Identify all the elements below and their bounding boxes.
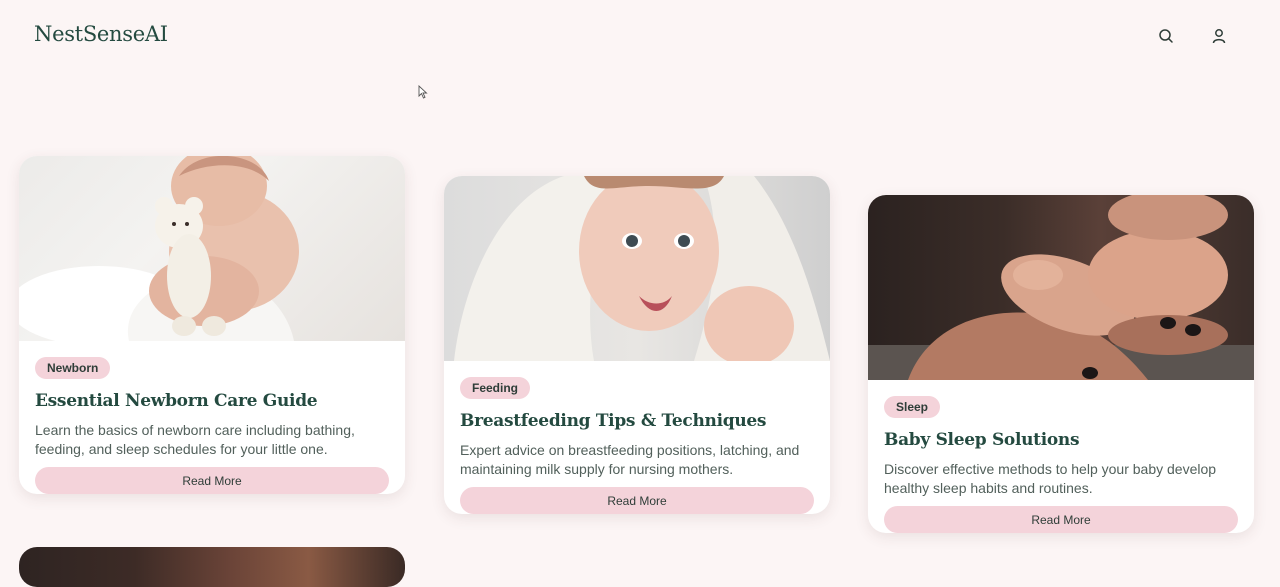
article-title[interactable]: Breastfeeding Tips & Techniques [460,411,814,431]
article-card-feeding: Feeding Breastfeeding Tips & Techniques … [444,176,830,514]
article-description: Learn the basics of newborn care includi… [35,422,355,457]
category-tag: Sleep [884,396,941,418]
article-description: Expert advice on breastfeeding positions… [460,442,800,477]
mouse-cursor-icon [418,84,428,104]
next-article-card-photo [19,547,405,587]
article-card-sleep: Sleep Baby Sleep Solutions Discover effe… [868,195,1254,533]
search-icon[interactable] [1156,26,1176,46]
article-card-newborn: Newborn Essential Newborn Care Guide Lea… [19,156,405,494]
baby-feet-photo [868,195,1254,380]
article-description: Discover effective methods to help your … [884,461,1217,496]
top-header: NestSenseAI [0,0,1280,72]
category-tag: Newborn [35,357,111,379]
user-icon[interactable] [1209,26,1229,46]
read-more-button[interactable]: Read More [884,506,1238,533]
newborn-photo [19,156,405,341]
read-more-button[interactable]: Read More [35,467,389,494]
read-more-button[interactable]: Read More [460,487,814,514]
article-title[interactable]: Baby Sleep Solutions [884,430,1238,450]
category-tag: Feeding [460,377,531,399]
baby-in-blanket-photo [444,176,830,361]
site-logo[interactable]: NestSenseAI [34,22,168,46]
article-title[interactable]: Essential Newborn Care Guide [35,391,389,411]
